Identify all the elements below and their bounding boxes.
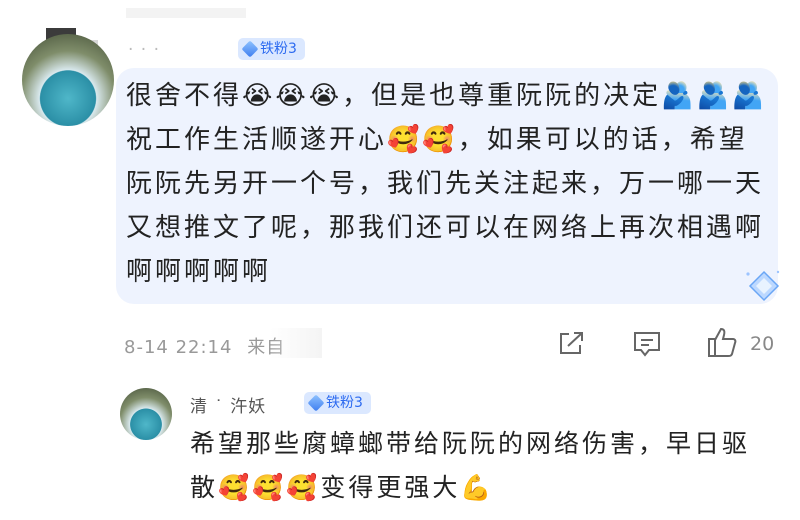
diamond-decoration-icon xyxy=(746,270,780,302)
thumbs-up-icon[interactable] xyxy=(706,326,740,358)
blurred-region xyxy=(270,328,322,358)
diamond-icon xyxy=(241,40,259,58)
like-count: 20 xyxy=(750,333,775,355)
fan-badge-label: 铁粉3 xyxy=(326,395,363,411)
reply-avatar[interactable] xyxy=(120,388,172,440)
reply-text: 希望那些腐蟑螂带给阮阮的网络伤害，早日驱散🥰🥰🥰变得更强大💪 xyxy=(190,429,751,502)
commenter-avatar[interactable] xyxy=(22,34,114,126)
timestamp: 8-14 22:14 xyxy=(124,337,233,358)
diamond-icon xyxy=(307,394,325,412)
blurred-region xyxy=(126,8,246,18)
comment-text: 很舍不得😭😭😭，但是也尊重阮阮的决定🫂🫂🫂祝工作生活顺遂开心🥰🥰，如果可以的话，… xyxy=(126,81,768,287)
comment-meta: 8-14 22:14 来自 xyxy=(124,333,285,359)
comment-icon[interactable] xyxy=(632,330,662,358)
share-icon[interactable] xyxy=(556,330,586,358)
reply-author-name[interactable]: 清 ˙ 汻妖 xyxy=(190,392,266,417)
fan-badge-label: 铁粉3 xyxy=(260,41,297,57)
fan-badge[interactable]: 铁粉3 xyxy=(304,392,371,414)
fan-badge[interactable]: 铁粉3 xyxy=(238,38,305,60)
commenter-name-blurred[interactable]: · · · xyxy=(128,40,160,60)
